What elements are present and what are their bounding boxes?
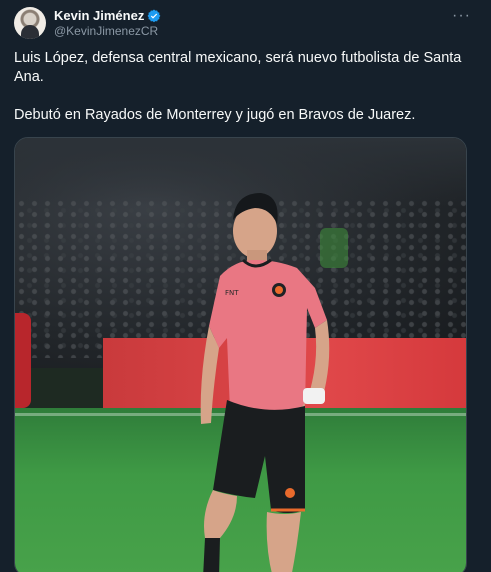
author-name[interactable]: Kevin Jiménez xyxy=(54,8,144,23)
svg-text:FNT: FNT xyxy=(225,289,239,297)
tweet-photo[interactable]: FNT xyxy=(14,137,467,572)
avatar-body xyxy=(21,25,39,39)
tweet-paragraph-2: Debutó en Rayados de Monterrey y jugó en… xyxy=(14,107,416,123)
more-options-icon[interactable]: ··· xyxy=(452,7,471,25)
author-name-row[interactable]: Kevin Jiménez xyxy=(54,8,161,23)
tweet: Kevin Jiménez @KevinJimenezCR ··· Luis L… xyxy=(0,0,491,572)
author-handle[interactable]: @KevinJimenezCR xyxy=(54,24,158,38)
tweet-paragraph-1: Luis López, defensa central mexicano, se… xyxy=(14,50,462,85)
player-figure: FNT xyxy=(200,193,330,572)
tweet-text: Luis López, defensa central mexicano, se… xyxy=(14,49,475,125)
verified-badge-icon xyxy=(147,9,161,22)
tweet-header: Kevin Jiménez @KevinJimenezCR ··· xyxy=(14,7,477,41)
avatar[interactable] xyxy=(14,7,46,39)
